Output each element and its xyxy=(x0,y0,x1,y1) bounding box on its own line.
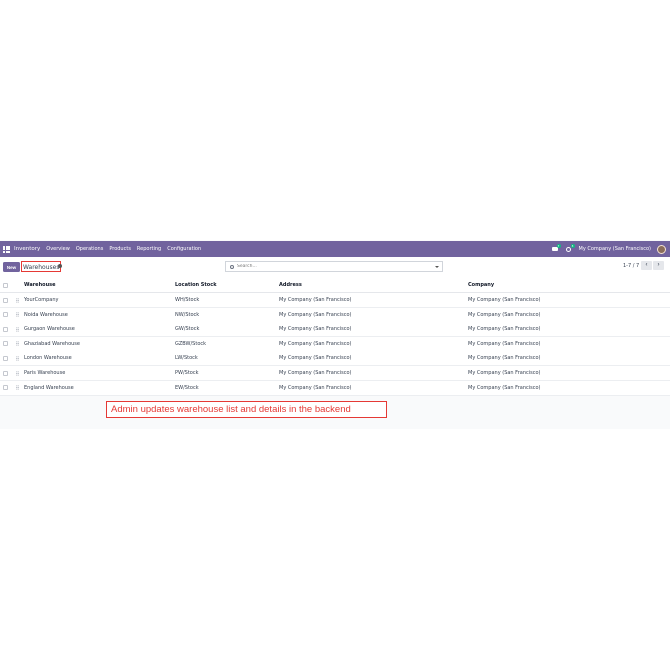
row-checkbox[interactable] xyxy=(3,297,8,303)
pager-value[interactable]: 1-7 / 7 xyxy=(623,261,639,271)
cell-warehouse: Ghaziabad Warehouse xyxy=(24,340,80,347)
cell-address: My Company (San Francisco) xyxy=(279,297,352,303)
cell-company: My Company (San Francisco) xyxy=(468,384,541,391)
menu-overview[interactable]: Overview xyxy=(46,246,70,252)
search-icon xyxy=(230,264,234,269)
cell-location-stock: GZBW/Stock xyxy=(175,340,207,347)
cell-address: My Company (San Francisco) xyxy=(279,311,352,318)
cell-address: My Company (San Francisco) xyxy=(279,384,352,391)
activities-badge: 3 xyxy=(570,244,575,248)
cell-address: My Company (San Francisco) xyxy=(279,326,352,333)
annotation-callout: Admin updates warehouse list and details… xyxy=(106,401,387,418)
table-row[interactable]: England Warehouse EW/Stock My Company (San… xyxy=(0,380,670,396)
company-switcher[interactable]: My Company (San Francisco) xyxy=(579,246,652,252)
cell-warehouse: YourCompany xyxy=(24,297,59,303)
row-checkbox[interactable] xyxy=(3,312,8,318)
row-checkbox[interactable] xyxy=(3,326,8,332)
menu-products[interactable]: Products xyxy=(109,246,131,252)
cell-address: My Company (San Francisco) xyxy=(279,355,352,362)
drag-handle-icon[interactable] xyxy=(16,370,19,376)
column-header-location-stock[interactable]: Location Stock xyxy=(175,278,217,292)
cell-location-stock: GW/Stock xyxy=(175,326,200,333)
search-input[interactable] xyxy=(237,264,417,269)
column-header-warehouse[interactable]: Warehouse xyxy=(24,278,56,292)
app-name[interactable]: Inventory xyxy=(14,246,40,252)
table-header: Warehouse Location Stock Address Company xyxy=(0,278,670,293)
page-title: Warehouses xyxy=(21,261,62,272)
cell-company: My Company (San Francisco) xyxy=(468,370,541,376)
menu-reporting[interactable]: Reporting xyxy=(137,246,161,252)
table-row[interactable]: Paris Warehouse PW/Stock My Company (San F… xyxy=(0,366,670,381)
cell-warehouse: England Warehouse xyxy=(24,384,74,391)
column-header-company[interactable]: Company xyxy=(468,278,494,292)
activities-button[interactable]: 3 xyxy=(565,244,575,253)
pager-previous-button[interactable]: ‹ xyxy=(641,261,652,270)
drag-handle-icon[interactable] xyxy=(16,326,19,332)
cell-company: My Company (San Francisco) xyxy=(468,355,541,362)
new-button[interactable]: New xyxy=(3,262,20,272)
gear-icon[interactable] xyxy=(58,264,62,268)
cell-company: My Company (San Francisco) xyxy=(468,311,541,318)
table-row[interactable]: London Warehouse LW/Stock My Company (San … xyxy=(0,351,670,367)
drag-handle-icon[interactable] xyxy=(16,341,19,347)
cell-company: My Company (San Francisco) xyxy=(468,297,541,303)
search-options-chevron-down-icon[interactable] xyxy=(435,265,439,268)
cell-location-stock: LW/Stock xyxy=(175,355,198,362)
pager-next-button[interactable]: › xyxy=(653,261,664,270)
cell-warehouse: London Warehouse xyxy=(24,355,72,362)
control-panel: New Warehouses 1-7 / 7 ‹ › xyxy=(0,257,670,280)
cell-address: My Company (San Francisco) xyxy=(279,370,352,376)
cell-location-stock: NW/Stock xyxy=(175,311,200,318)
row-checkbox[interactable] xyxy=(3,341,8,347)
clock-icon xyxy=(566,246,571,252)
cell-company: My Company (San Francisco) xyxy=(468,326,541,333)
search-bar[interactable] xyxy=(225,261,443,272)
messages-button[interactable]: 7 xyxy=(551,244,561,253)
app-menu-icon[interactable] xyxy=(3,245,10,253)
drag-handle-icon[interactable] xyxy=(16,355,19,361)
table-row[interactable]: Noida Warehouse NW/Stock My Company (San F… xyxy=(0,307,670,323)
cell-warehouse: Gurgaon Warehouse xyxy=(24,326,75,333)
user-avatar[interactable] xyxy=(657,244,666,254)
messages-badge: 7 xyxy=(556,244,561,248)
table-row[interactable]: Gurgaon Warehouse GW/Stock My Company (San… xyxy=(0,322,670,338)
cell-address: My Company (San Francisco) xyxy=(279,340,352,347)
table-row[interactable]: Ghaziabad Warehouse GZBW/Stock My Company … xyxy=(0,336,670,352)
column-header-address[interactable]: Address xyxy=(279,278,302,292)
cell-location-stock: EW/Stock xyxy=(175,384,199,391)
drag-handle-icon[interactable] xyxy=(16,297,19,303)
row-checkbox[interactable] xyxy=(3,355,8,361)
cell-warehouse: Paris Warehouse xyxy=(24,370,66,376)
table-row[interactable]: YourCompany WH/Stock My Company (San Franc… xyxy=(0,293,670,308)
drag-handle-icon[interactable] xyxy=(16,385,19,391)
menu-operations[interactable]: Operations xyxy=(76,246,104,252)
select-all-checkbox[interactable] xyxy=(3,282,8,288)
menu-configuration[interactable]: Configuration xyxy=(167,246,201,252)
cell-location-stock: WH/Stock xyxy=(175,297,200,303)
cell-company: My Company (San Francisco) xyxy=(468,340,541,347)
drag-handle-icon[interactable] xyxy=(16,312,19,318)
top-navbar: Inventory Overview Operations Products R… xyxy=(0,241,670,257)
row-checkbox[interactable] xyxy=(3,385,8,391)
cell-location-stock: PW/Stock xyxy=(175,370,199,376)
cell-warehouse: Noida Warehouse xyxy=(24,311,68,318)
row-checkbox[interactable] xyxy=(3,370,8,376)
